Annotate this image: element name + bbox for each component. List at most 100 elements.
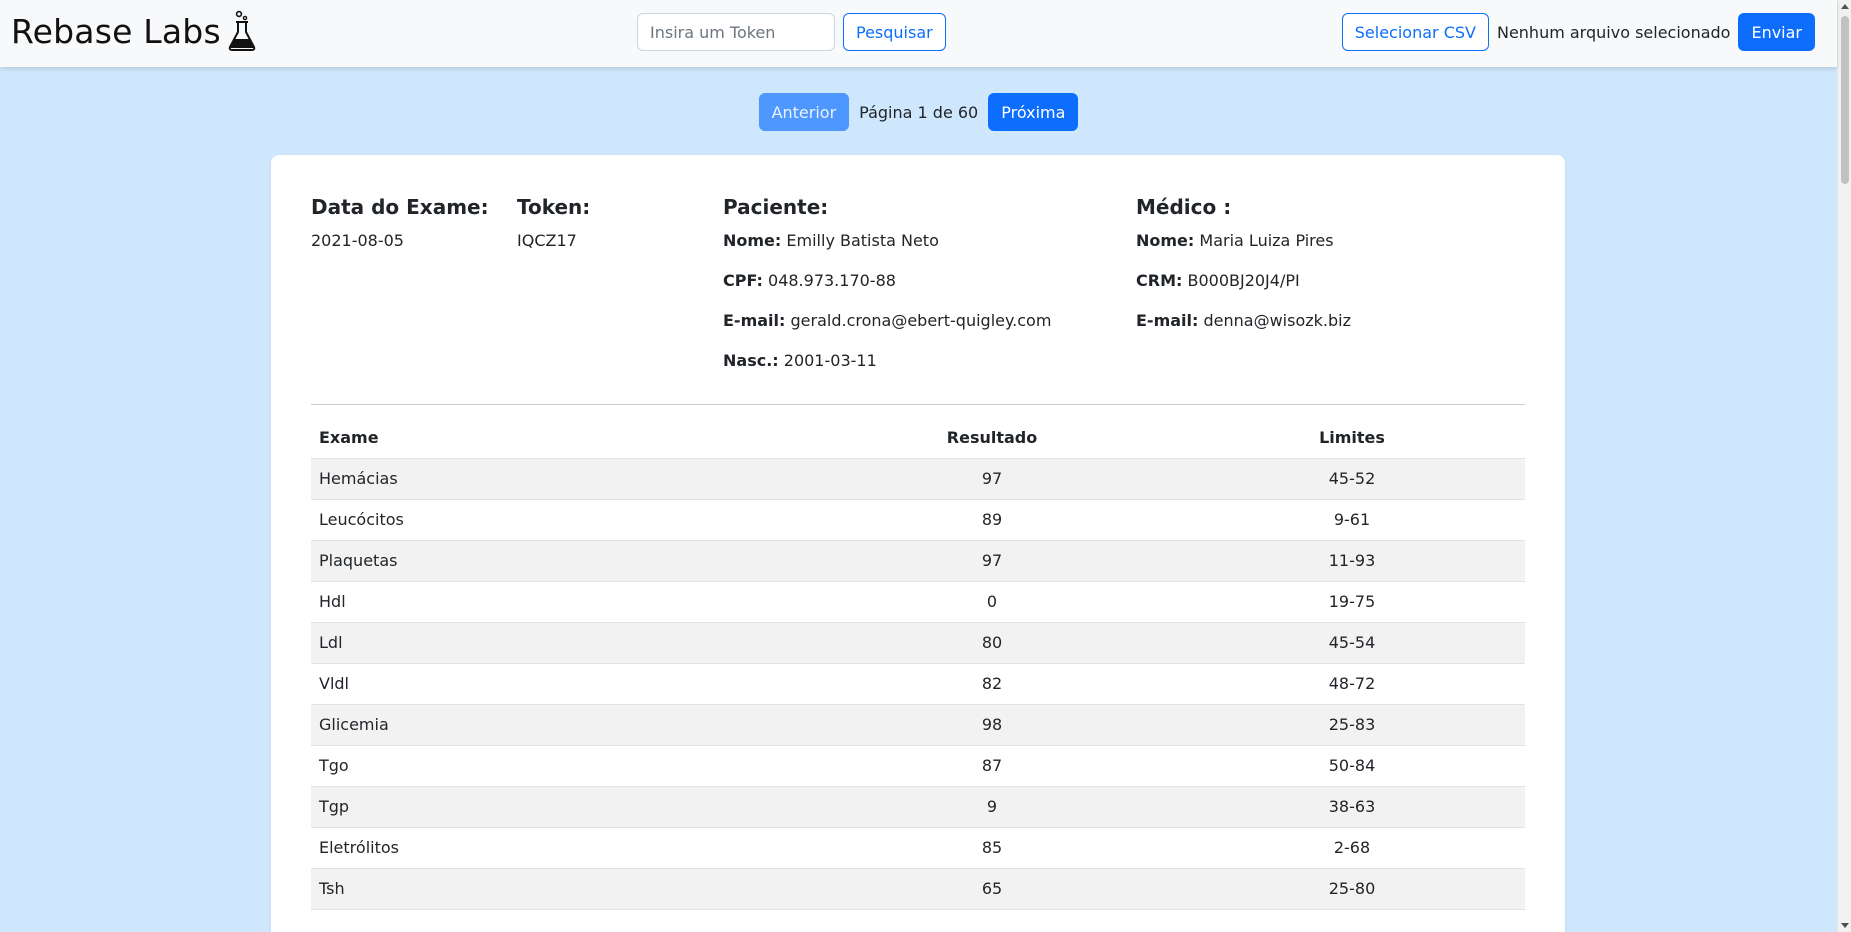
doctor-email: E-mail: denna@wisozk.biz: [1136, 311, 1351, 351]
result-cell: 9: [805, 786, 1179, 828]
search-form: Pesquisar: [637, 13, 946, 51]
table-row: Hemácias 97 45-52: [311, 458, 1525, 500]
exam-name-cell: Hdl: [311, 581, 805, 623]
patient-name: Nome: Emilly Batista Neto: [723, 231, 1051, 271]
header-limits: Limites: [1179, 417, 1525, 459]
patient-cpf: CPF: 048.973.170-88: [723, 271, 1051, 311]
result-cell: 85: [805, 827, 1179, 869]
exam-card: Data do Exame: 2021-08-05 Token: IQCZ17 …: [271, 155, 1565, 932]
limits-cell: 50-84: [1179, 745, 1525, 787]
result-cell: 97: [805, 458, 1179, 500]
limits-cell: 45-54: [1179, 622, 1525, 664]
exam-date-heading: Data do Exame:: [311, 195, 489, 219]
header-result: Resultado: [805, 417, 1179, 459]
doctor-email-value: denna@wisozk.biz: [1203, 311, 1352, 330]
table-row: Leucócitos 89 9-61: [311, 499, 1525, 541]
patient-email-label: E-mail:: [723, 311, 786, 330]
table-row: Glicemia 98 25-83: [311, 704, 1525, 746]
table-header-row: Exame Resultado Limites: [311, 417, 1525, 459]
select-csv-button[interactable]: Selecionar CSV: [1341, 13, 1489, 51]
doctor-crm-label: CRM:: [1136, 271, 1183, 290]
result-cell: 80: [805, 622, 1179, 664]
table-row: Tgo 87 50-84: [311, 745, 1525, 787]
send-button[interactable]: Enviar: [1738, 13, 1815, 51]
exam-name-cell: Plaquetas: [311, 540, 805, 582]
limits-cell: 19-75: [1179, 581, 1525, 623]
limits-cell: 38-63: [1179, 786, 1525, 828]
exam-name-cell: Vldl: [311, 663, 805, 705]
limits-cell: 25-83: [1179, 704, 1525, 746]
patient-name-label: Nome:: [723, 231, 782, 250]
table-row: Ldl 80 45-54: [311, 622, 1525, 664]
table-row: Eletrólitos 85 2-68: [311, 827, 1525, 869]
exam-name-cell: Glicemia: [311, 704, 805, 746]
file-status-text: Nenhum arquivo selecionado: [1496, 22, 1731, 42]
exam-date-value: 2021-08-05: [311, 231, 404, 250]
divider: [311, 404, 1525, 405]
search-button[interactable]: Pesquisar: [843, 13, 946, 51]
navbar: Rebase Labs Pesquisar Selecionar CSV Nen…: [0, 0, 1837, 67]
header-exam: Exame: [311, 417, 805, 459]
doctor-email-label: E-mail:: [1136, 311, 1199, 330]
brand-title: Rebase Labs: [11, 11, 221, 51]
patient-cpf-value: 048.973.170-88: [768, 271, 896, 290]
exam-name-cell: Tgo: [311, 745, 805, 787]
flask-icon: [228, 10, 256, 51]
limits-cell: 45-52: [1179, 458, 1525, 500]
table-row: Tsh 65 25-80: [311, 868, 1525, 910]
page-scrollbar[interactable]: [1837, 0, 1851, 932]
patient-birth-label: Nasc.:: [723, 351, 779, 370]
previous-page-button[interactable]: Anterior: [758, 93, 850, 131]
doctor-crm-value: B000BJ20J4/PI: [1187, 271, 1300, 290]
patient-cpf-label: CPF:: [723, 271, 763, 290]
doctor-name: Nome: Maria Luiza Pires: [1136, 231, 1351, 271]
table-row: Hdl 0 19-75: [311, 581, 1525, 623]
next-page-button[interactable]: Próxima: [988, 93, 1079, 131]
token-heading: Token:: [517, 195, 591, 219]
results-table: Exame Resultado Limites Hemácias 97 45-52 …: [311, 417, 1525, 910]
limits-cell: 9-61: [1179, 499, 1525, 541]
exam-name-cell: Ldl: [311, 622, 805, 664]
limits-cell: 48-72: [1179, 663, 1525, 705]
result-cell: 89: [805, 499, 1179, 541]
result-cell: 0: [805, 581, 1179, 623]
token-value: IQCZ17: [517, 231, 577, 250]
table-row: Plaquetas 97 11-93: [311, 540, 1525, 582]
pagination: Anterior Página 1 de 60 Próxima: [0, 93, 1837, 131]
exam-date-section: Data do Exame: 2021-08-05: [311, 195, 489, 271]
patient-birth-value: 2001-03-11: [783, 351, 877, 370]
result-cell: 82: [805, 663, 1179, 705]
table-row: Tgp 9 38-63: [311, 786, 1525, 828]
result-cell: 98: [805, 704, 1179, 746]
scroll-down-icon[interactable]: [1841, 923, 1849, 928]
scroll-thumb[interactable]: [1841, 16, 1849, 184]
result-cell: 65: [805, 868, 1179, 910]
brand[interactable]: Rebase Labs: [11, 10, 257, 52]
scroll-up-icon[interactable]: [1841, 4, 1849, 9]
patient-name-value: Emilly Batista Neto: [786, 231, 939, 250]
exam-name-cell: Tgp: [311, 786, 805, 828]
patient-email-value: gerald.crona@ebert-quigley.com: [790, 311, 1052, 330]
page-indicator: Página 1 de 60: [859, 102, 979, 122]
patient-birth: Nasc.: 2001-03-11: [723, 351, 1051, 391]
exam-name-cell: Tsh: [311, 868, 805, 910]
table-row: Vldl 82 48-72: [311, 663, 1525, 705]
token-section: Token: IQCZ17: [517, 195, 590, 271]
doctor-name-label: Nome:: [1136, 231, 1195, 250]
exam-name-cell: Eletrólitos: [311, 827, 805, 869]
result-cell: 97: [805, 540, 1179, 582]
patient-heading: Paciente:: [723, 195, 829, 219]
limits-cell: 2-68: [1179, 827, 1525, 869]
token-search-input[interactable]: [637, 13, 835, 51]
exam-name-cell: Hemácias: [311, 458, 805, 500]
limits-cell: 25-80: [1179, 868, 1525, 910]
result-cell: 87: [805, 745, 1179, 787]
patient-email: E-mail: gerald.crona@ebert-quigley.com: [723, 311, 1051, 351]
csv-upload-form: Selecionar CSV Nenhum arquivo selecionad…: [1341, 13, 1815, 51]
doctor-name-value: Maria Luiza Pires: [1199, 231, 1334, 250]
doctor-section: Médico : Nome: Maria Luiza Pires CRM: B0…: [1136, 195, 1351, 351]
limits-cell: 11-93: [1179, 540, 1525, 582]
doctor-heading: Médico :: [1136, 195, 1232, 219]
doctor-crm: CRM: B000BJ20J4/PI: [1136, 271, 1351, 311]
patient-section: Paciente: Nome: Emilly Batista Neto CPF:…: [723, 195, 1051, 391]
